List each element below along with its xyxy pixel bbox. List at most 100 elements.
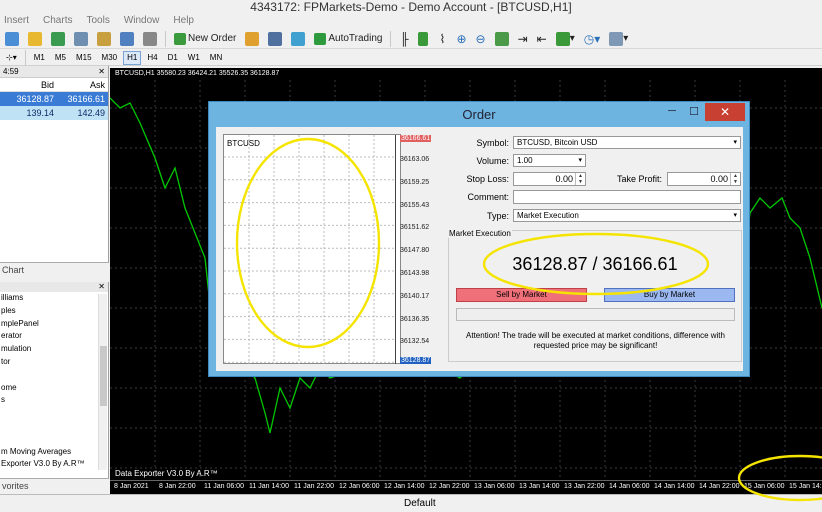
chevron-down-icon: ▾	[733, 212, 737, 219]
navigator-item[interactable]: tor	[0, 356, 108, 369]
market-watch-icon[interactable]	[48, 31, 68, 47]
market-icon[interactable]	[288, 31, 308, 47]
mini-price-label: 36151.62	[400, 224, 430, 232]
navigator-item[interactable]	[0, 407, 108, 420]
tf-m15[interactable]: M15	[72, 51, 96, 65]
bar-chart-icon[interactable]: ╟	[396, 31, 412, 47]
mini-price-label: 36132.54	[400, 338, 430, 346]
signals-icon[interactable]	[265, 31, 285, 47]
comment-input[interactable]	[513, 190, 741, 204]
stop-loss-input[interactable]: 0.00 ▲ ▼	[513, 172, 586, 186]
navigator-item[interactable]: Exporter V3.0 By A.R™	[0, 458, 108, 471]
tester-icon[interactable]	[140, 31, 160, 47]
navigator-item[interactable]: ome	[0, 382, 108, 395]
close-icon[interactable]: ✕	[705, 103, 745, 121]
scrollbar-thumb[interactable]	[100, 346, 107, 406]
stop-loss-label: Stop Loss:	[466, 174, 509, 184]
tf-w1[interactable]: W1	[184, 51, 204, 65]
mini-price-label: 36136.35	[400, 315, 430, 323]
menu-charts[interactable]: Charts	[43, 14, 72, 28]
volume-select[interactable]: 1.00 ▾	[513, 154, 586, 167]
menu-window[interactable]: Window	[124, 14, 160, 28]
x-tick-label: 13 Jan 14:00	[519, 483, 560, 490]
navigator-scrollbar[interactable]	[98, 294, 107, 470]
symbol-select[interactable]: BTCUSD, Bitcoin USD ▾	[513, 136, 741, 149]
col-ask[interactable]: Ask	[56, 78, 108, 91]
close-icon[interactable]: ✕	[98, 282, 105, 291]
tf-mn[interactable]: MN	[206, 51, 226, 65]
x-tick-label: 11 Jan 22:00	[294, 483, 334, 490]
autotrading-button[interactable]: AutoTrading	[311, 31, 385, 47]
zoom-out-icon[interactable]: ⊖	[473, 31, 489, 47]
navigator-item[interactable]	[0, 420, 108, 433]
tf-h4[interactable]: H4	[143, 51, 161, 65]
tf-m1[interactable]: M1	[30, 51, 49, 65]
type-select[interactable]: Market Execution ▾	[513, 209, 741, 222]
terminal-icon[interactable]	[117, 31, 137, 47]
autoscroll-icon[interactable]: ⇥	[515, 31, 531, 47]
new-chart-icon[interactable]	[2, 31, 22, 47]
chart-footer: Data Exporter V3.0 By A.R™	[115, 469, 218, 478]
navigator-item[interactable]: illiams	[0, 292, 108, 305]
indicators-icon[interactable]: ▾	[553, 31, 578, 47]
mini-chart-grid	[224, 135, 396, 364]
col-bid[interactable]: Bid	[10, 78, 56, 91]
navigator-icon[interactable]	[94, 31, 114, 47]
line-chart-icon[interactable]: ⌇	[434, 31, 450, 47]
stop-loss-value: 0.00	[555, 174, 573, 184]
tile-windows-icon[interactable]	[492, 31, 512, 47]
profiles-icon[interactable]	[25, 31, 45, 47]
mini-tick-chart: BTCUSD	[223, 134, 401, 364]
tf-m5[interactable]: M5	[51, 51, 70, 65]
menu-tools[interactable]: Tools	[86, 14, 109, 28]
market-watch-tabs: Chart	[0, 262, 109, 278]
crosshair-icon[interactable]: ⊹▾	[2, 51, 21, 65]
tab-favorites[interactable]: vorites	[2, 481, 29, 491]
market-execution-title: Market Execution	[448, 229, 512, 238]
table-row[interactable]: 139.14 142.49	[0, 106, 108, 120]
navigator-item[interactable]: mulation	[0, 343, 108, 356]
attention-message: Attention! The trade will be executed at…	[466, 331, 725, 350]
volume-label: Volume:	[476, 156, 509, 166]
minimize-icon[interactable]: ─	[661, 103, 683, 119]
type-value: Market Execution	[517, 211, 579, 220]
stepper-icon[interactable]: ▲ ▼	[730, 173, 740, 185]
market-watch-time: 4:59	[3, 67, 19, 76]
chart-x-axis: 8 Jan 2021 8 Jan 22:00 11 Jan 06:00 11 Jan …	[110, 480, 822, 494]
navigator-item[interactable]	[0, 433, 108, 446]
navigator-item[interactable]: s	[0, 394, 108, 407]
candle-chart-icon[interactable]	[415, 31, 431, 47]
periods-icon[interactable]: ◷▾	[581, 31, 604, 47]
navigator-item[interactable]: m Moving Averages	[0, 446, 108, 459]
tf-d1[interactable]: D1	[164, 51, 182, 65]
zoom-in-icon[interactable]: ⊕	[453, 31, 469, 47]
templates-icon[interactable]: ▾	[606, 31, 631, 47]
x-tick-label: 11 Jan 06:00	[204, 483, 244, 490]
maximize-icon[interactable]: ☐	[683, 103, 705, 119]
table-row[interactable]: 36128.87 36166.61	[0, 92, 108, 106]
navigator-item[interactable]: ples	[0, 305, 108, 318]
chart-shift-icon[interactable]: ⇤	[534, 31, 550, 47]
navigator-item[interactable]: erator	[0, 330, 108, 343]
tf-h1[interactable]: H1	[123, 50, 142, 65]
buy-by-market-button[interactable]: Buy by Market	[604, 288, 735, 302]
take-profit-input[interactable]: 0.00 ▲ ▼	[667, 172, 741, 186]
navigator-panel: ✕ illiams ples mplePanel erator mulation tor o…	[0, 282, 109, 478]
mini-price-label: 36128.87	[400, 357, 432, 364]
new-order-button[interactable]: New Order	[171, 31, 239, 47]
navigator-item[interactable]: mplePanel	[0, 318, 108, 331]
sell-by-market-button[interactable]: Sell by Market	[456, 288, 587, 302]
dialog-body: BTCUSD 36166.61 36163.06 36159.25 36155.43 3…	[216, 127, 743, 371]
take-profit-label: Take Profit:	[616, 174, 662, 184]
x-tick-label: 14 Jan 14:00	[654, 483, 695, 490]
close-icon[interactable]: ✕	[98, 66, 105, 77]
data-window-icon[interactable]	[71, 31, 91, 47]
navigator-item[interactable]	[0, 369, 108, 382]
tab-chart[interactable]: Chart	[2, 265, 24, 275]
tf-m30[interactable]: M30	[98, 51, 122, 65]
symbol-value: BTCUSD, Bitcoin USD	[517, 138, 598, 147]
metaeditor-icon[interactable]	[242, 31, 262, 47]
menu-help[interactable]: Help	[173, 14, 194, 28]
status-profile: Default	[404, 498, 436, 509]
menu-insert[interactable]: Insert	[4, 14, 29, 28]
